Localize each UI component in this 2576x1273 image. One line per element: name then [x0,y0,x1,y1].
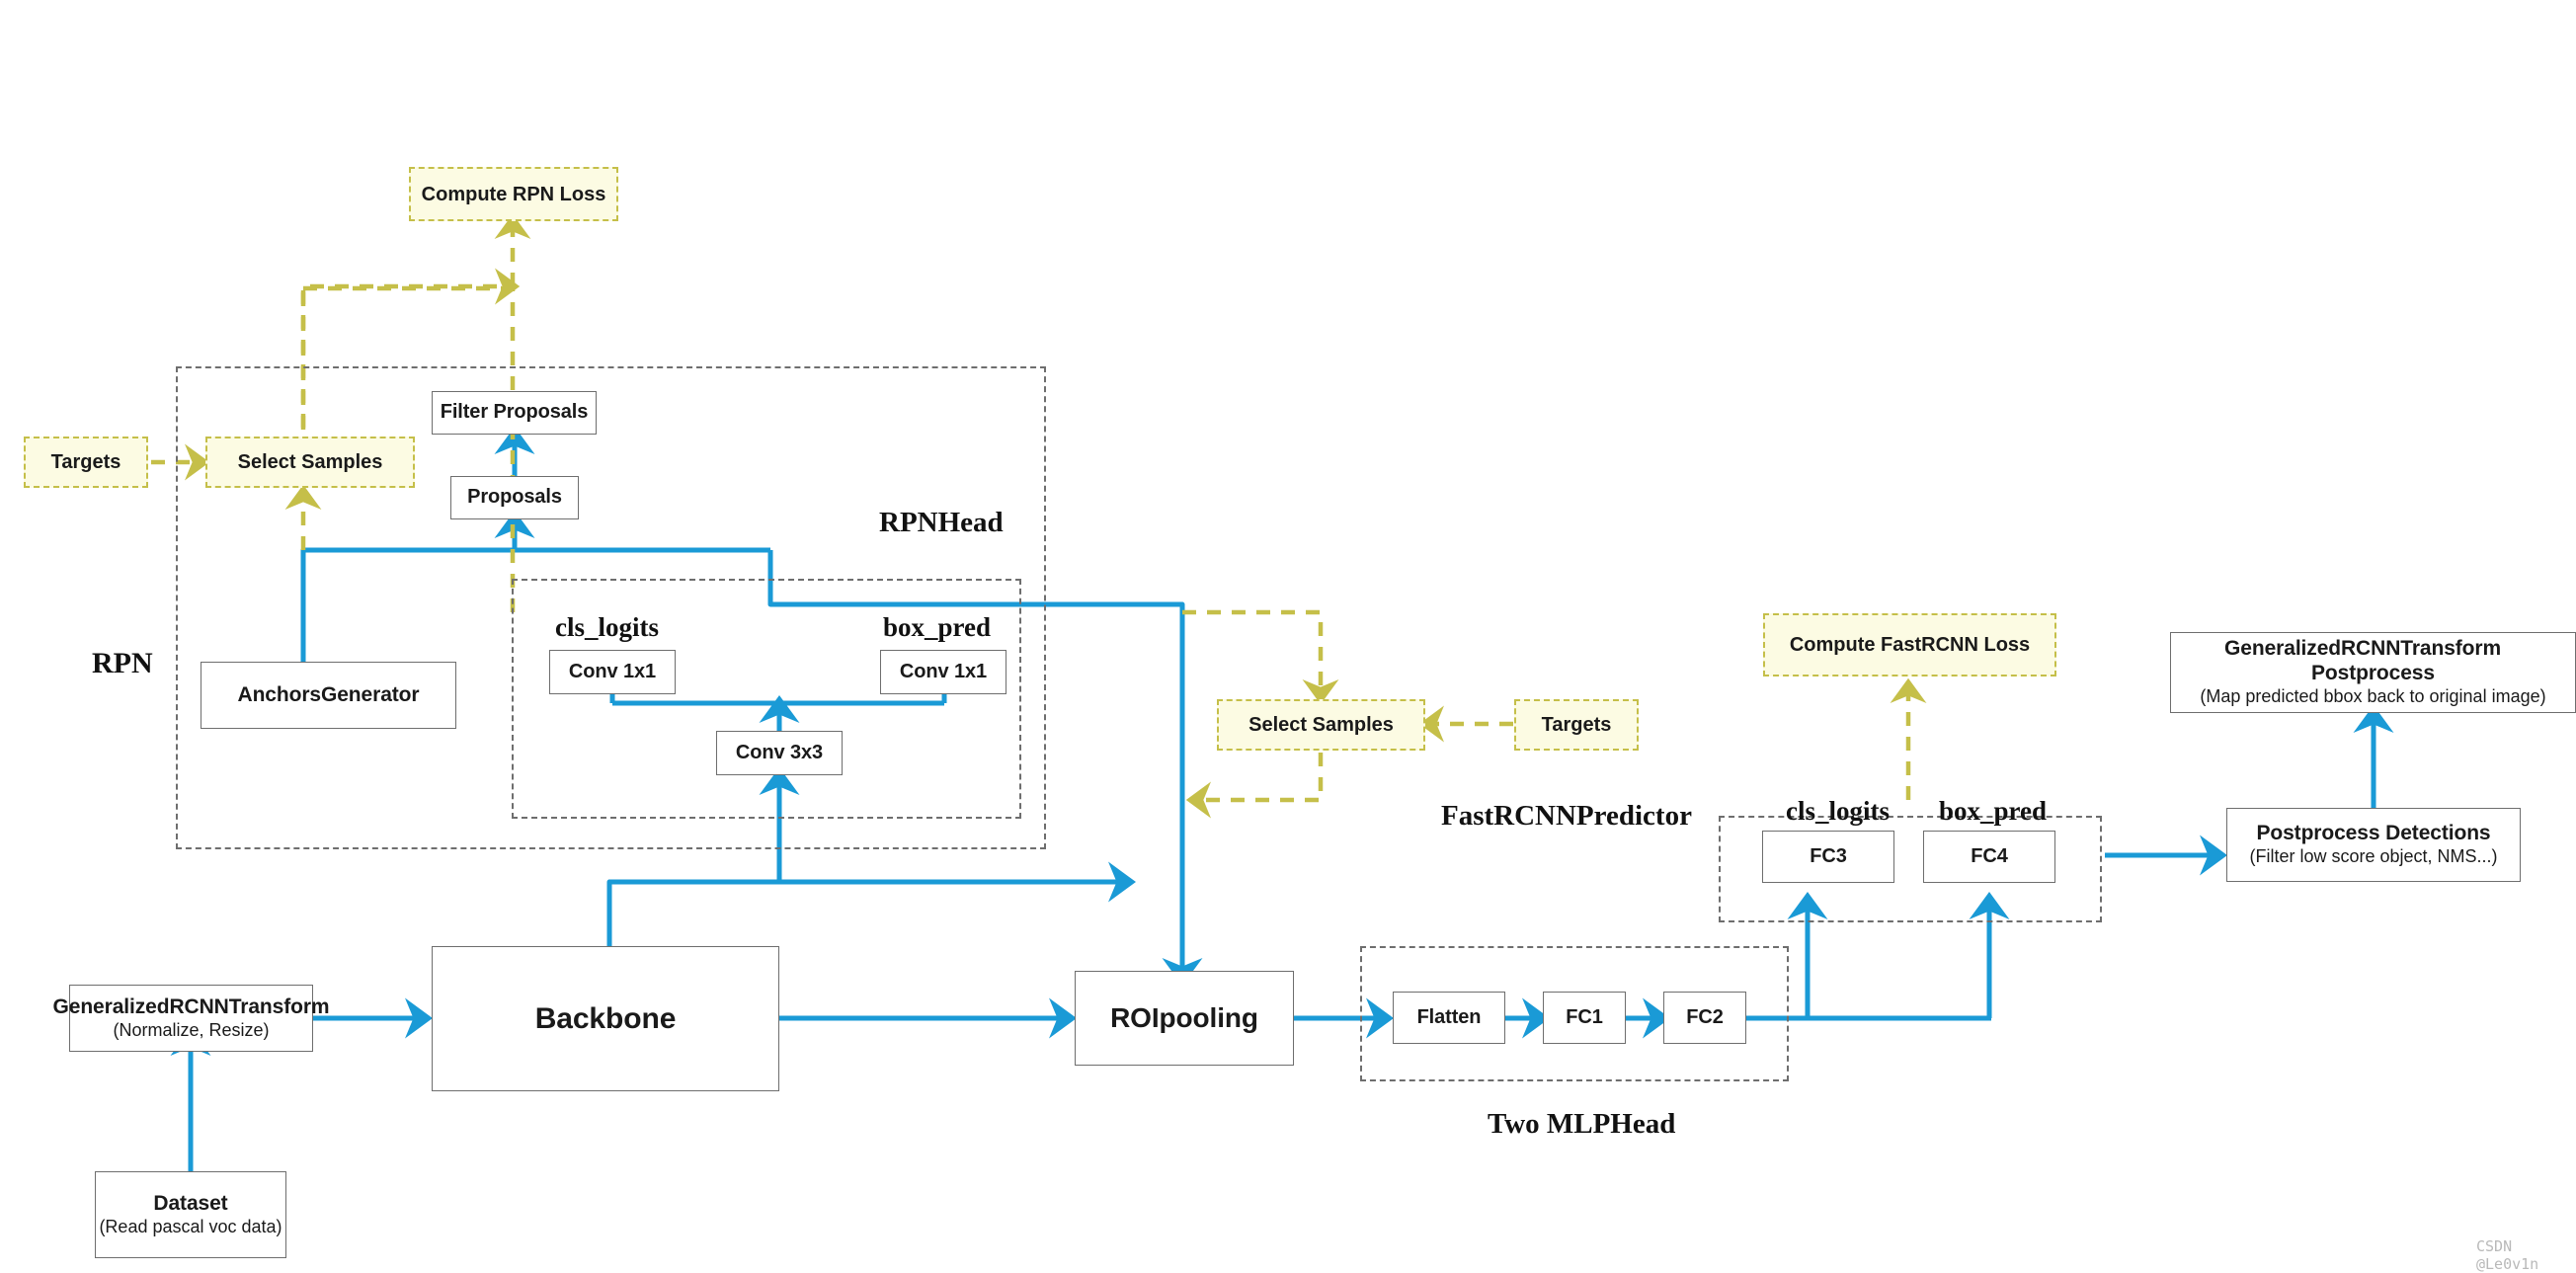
csdn-watermark: CSDN @Le0v1n [2476,1237,2539,1273]
roipooling-node[interactable]: ROIpooling [1075,971,1294,1066]
rpn-targets-node[interactable]: Targets [24,437,148,488]
transform-node[interactable]: GeneralizedRCNNTransform (Normalize, Res… [53,985,330,1052]
dataset-subtitle: (Read pascal voc data) [99,1216,282,1236]
caption-fastrcnn-predictor: FastRCNNPredictor [1441,800,1692,832]
filter-proposals-title: Filter Proposals [440,401,589,424]
conv1x1-box-node[interactable]: Conv 1x1 [880,650,1006,694]
fc1-title: FC1 [1566,1005,1603,1028]
caption-rpn-head: RPNHead [879,507,1004,538]
fc4-node[interactable]: FC4 [1923,831,2055,883]
caption-two-mlp-head: Two MLPHead [1488,1108,1676,1140]
fc2-title: FC2 [1686,1005,1724,1028]
caption-rpn-cls-logits: cls_logits [555,612,659,642]
backbone-title: Backbone [534,1001,677,1035]
postprocess-detections-node[interactable]: Postprocess Detections (Filter low score… [2226,808,2521,882]
postprocess-detections-subtitle: (Filter low score object, NMS...) [2249,846,2498,867]
compute-rpn-loss-node[interactable]: Compute RPN Loss [409,167,618,221]
flatten-node[interactable]: Flatten [1393,992,1505,1044]
backbone-node[interactable]: Backbone [432,946,779,1091]
caption-predictor-box-pred: box_pred [1939,796,2048,826]
filter-proposals-node[interactable]: Filter Proposals [432,391,597,435]
proposals-title: Proposals [467,486,562,509]
dataset-node[interactable]: Dataset (Read pascal voc data) [95,1171,286,1258]
anchors-generator-title: AnchorsGenerator [237,682,420,706]
rpn-targets-label: Targets [50,451,121,473]
conv1x1-cls-title: Conv 1x1 [568,660,657,682]
transform-postprocess-subtitle: (Map predicted bbox back to original ima… [2200,685,2546,706]
fastrcnn-targets-node[interactable]: Targets [1514,699,1639,751]
roipooling-title: ROIpooling [1110,1002,1258,1034]
rpn-select-samples-label: Select Samples [237,451,383,473]
diagram-canvas: RPN RPNHead cls_logits box_pred FastRCNN… [0,0,2576,1273]
compute-fastrcnn-loss-label: Compute FastRCNN Loss [1789,634,2031,656]
fastrcnn-select-samples-label: Select Samples [1248,714,1394,736]
caption-rpn-box-pred: box_pred [883,612,992,642]
fc2-node[interactable]: FC2 [1663,992,1746,1044]
fastrcnn-select-samples-node[interactable]: Select Samples [1217,699,1425,751]
fastrcnn-targets-label: Targets [1541,714,1612,736]
compute-rpn-loss-label: Compute RPN Loss [421,183,606,205]
transform-postprocess-title: GeneralizedRCNNTransform Postprocess [2224,637,2522,685]
dataset-title: Dataset [153,1191,228,1215]
transform-postprocess-node[interactable]: GeneralizedRCNNTransform Postprocess (Ma… [2170,632,2576,713]
caption-predictor-cls-logits: cls_logits [1786,796,1890,826]
transform-title: GeneralizedRCNNTransform [52,995,330,1018]
postprocess-detections-title: Postprocess Detections [2256,822,2491,845]
conv3x3-node[interactable]: Conv 3x3 [716,731,843,775]
fc3-title: FC3 [1810,844,1847,867]
fc1-node[interactable]: FC1 [1543,992,1626,1044]
transform-subtitle: (Normalize, Resize) [113,1019,270,1040]
rpn-select-samples-node[interactable]: Select Samples [205,437,415,488]
anchors-generator-node[interactable]: AnchorsGenerator [201,662,456,729]
fc3-node[interactable]: FC3 [1762,831,1894,883]
fc4-title: FC4 [1971,844,2008,867]
proposals-node[interactable]: Proposals [450,476,579,519]
caption-rpn: RPN [92,647,153,679]
conv3x3-title: Conv 3x3 [735,741,824,763]
compute-fastrcnn-loss-node[interactable]: Compute FastRCNN Loss [1763,613,2056,676]
flatten-title: Flatten [1416,1005,1482,1028]
conv1x1-cls-node[interactable]: Conv 1x1 [549,650,676,694]
conv1x1-box-title: Conv 1x1 [899,660,988,682]
